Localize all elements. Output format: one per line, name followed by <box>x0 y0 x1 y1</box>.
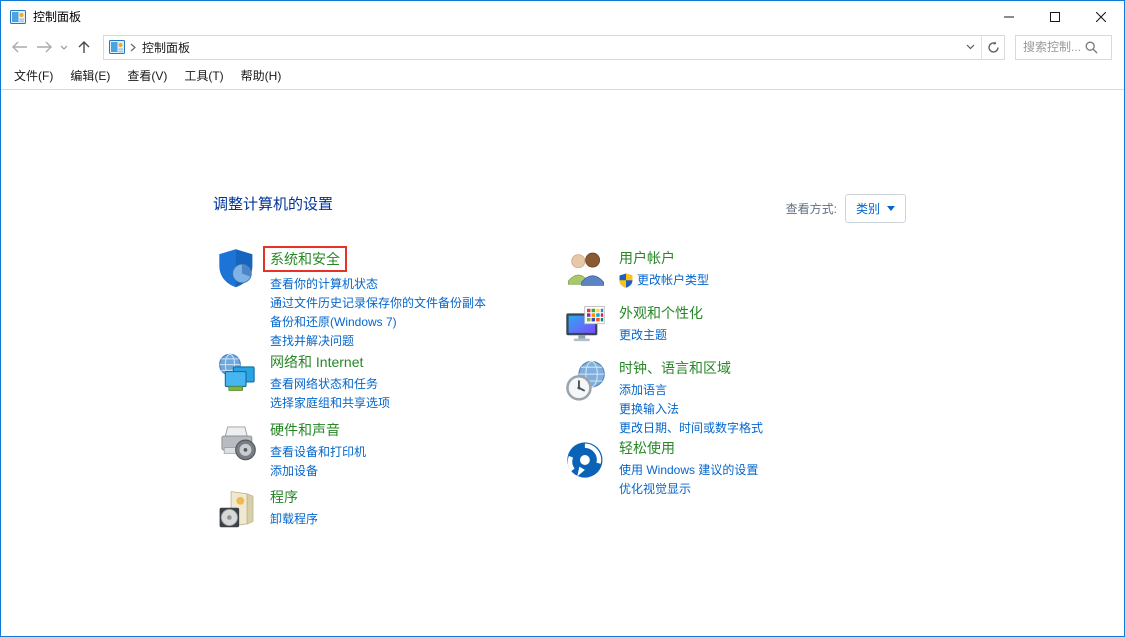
view-by-dropdown[interactable]: 类别 <box>845 194 906 223</box>
link-uninstall-program[interactable]: 卸载程序 <box>270 510 318 529</box>
user-accounts-icon[interactable] <box>564 248 610 294</box>
search-box[interactable] <box>1015 35 1112 60</box>
control-panel-icon <box>10 9 26 25</box>
category-title-user-accounts[interactable]: 用户帐户 <box>619 248 675 268</box>
menu-view[interactable]: 查看(V) <box>126 64 168 87</box>
search-input[interactable] <box>1023 40 1085 54</box>
chevron-down-icon <box>60 45 68 50</box>
category-clock-language-region: 时钟、语言和区域 添加语言 更换输入法 更改日期、时间或数字格式 <box>564 358 763 438</box>
link-add-device[interactable]: 添加设备 <box>270 462 366 481</box>
link-change-account-type[interactable]: 更改帐户类型 <box>619 271 709 290</box>
up-button[interactable] <box>71 34 97 60</box>
menu-file[interactable]: 文件(F) <box>13 64 54 87</box>
view-by-label: 查看方式: <box>786 200 837 217</box>
link-file-history-backup[interactable]: 通过文件历史记录保存你的文件备份副本 <box>270 294 486 313</box>
link-windows-suggested-settings[interactable]: 使用 Windows 建议的设置 <box>619 461 758 480</box>
category-title-appearance-personalization[interactable]: 外观和个性化 <box>619 303 703 323</box>
forward-button[interactable] <box>32 34 57 60</box>
chevron-down-icon <box>966 44 975 50</box>
programs-icon[interactable] <box>215 487 261 533</box>
title-bar[interactable]: 控制面板 <box>1 1 1124 32</box>
category-title-hardware-sound[interactable]: 硬件和声音 <box>270 420 340 440</box>
link-change-theme[interactable]: 更改主题 <box>619 326 703 345</box>
link-backup-restore-win7[interactable]: 备份和还原(Windows 7) <box>270 313 486 332</box>
link-optimize-visual-display[interactable]: 优化视觉显示 <box>619 480 758 499</box>
breadcrumb[interactable]: 控制面板 <box>142 39 190 56</box>
category-ease-of-access: 轻松使用 使用 Windows 建议的设置 优化视觉显示 <box>564 438 758 499</box>
link-change-date-time-formats[interactable]: 更改日期、时间或数字格式 <box>619 419 763 438</box>
link-check-computer-status[interactable]: 查看你的计算机状态 <box>270 275 486 294</box>
breadcrumb-chevron-icon[interactable] <box>130 43 136 52</box>
category-programs: 程序 卸载程序 <box>215 487 318 533</box>
menu-edit[interactable]: 编辑(E) <box>69 64 111 87</box>
search-icon[interactable] <box>1085 41 1098 54</box>
category-appearance-personalization: 外观和个性化 更改主题 <box>564 303 703 349</box>
link-change-input-method[interactable]: 更换输入法 <box>619 400 763 419</box>
address-bar[interactable]: 控制面板 <box>103 35 1005 60</box>
recent-locations-dropdown[interactable] <box>57 34 71 60</box>
highlight-box: 系统和安全 <box>263 246 347 272</box>
hardware-sound-icon[interactable] <box>215 420 261 466</box>
category-title-network-internet[interactable]: 网络和 Internet <box>270 352 363 372</box>
menu-tools[interactable]: 工具(T) <box>183 64 224 87</box>
close-button[interactable] <box>1078 1 1124 32</box>
window-title: 控制面板 <box>33 8 81 25</box>
category-system-security: 系统和安全 查看你的计算机状态 通过文件历史记录保存你的文件备份副本 备份和还原… <box>215 246 486 351</box>
link-troubleshoot[interactable]: 查找并解决问题 <box>270 332 486 351</box>
menu-help[interactable]: 帮助(H) <box>240 64 283 87</box>
clock-language-region-icon[interactable] <box>564 358 610 404</box>
link-network-status-tasks[interactable]: 查看网络状态和任务 <box>270 375 390 394</box>
category-title-system-security[interactable]: 系统和安全 <box>270 246 347 272</box>
uac-shield-icon <box>619 273 633 288</box>
minimize-button[interactable] <box>986 1 1032 32</box>
page-title: 调整计算机的设置 <box>213 193 333 214</box>
ease-of-access-icon[interactable] <box>564 438 610 484</box>
network-internet-icon[interactable] <box>215 352 261 398</box>
back-button[interactable] <box>7 34 32 60</box>
appearance-personalization-icon[interactable] <box>564 303 610 349</box>
window-controls <box>986 1 1124 32</box>
address-dropdown-button[interactable] <box>959 36 981 59</box>
control-panel-icon <box>109 40 125 54</box>
maximize-button[interactable] <box>1032 1 1078 32</box>
link-devices-printers[interactable]: 查看设备和打印机 <box>270 443 366 462</box>
category-user-accounts: 用户帐户 更改帐户类型 <box>564 248 709 294</box>
category-hardware-sound: 硬件和声音 查看设备和打印机 添加设备 <box>215 420 366 481</box>
control-panel-window: 控制面板 <box>0 0 1125 637</box>
view-by-control: 查看方式: 类别 <box>786 194 906 223</box>
navigation-toolbar: 控制面板 <box>1 32 1124 62</box>
category-network-internet: 网络和 Internet 查看网络状态和任务 选择家庭组和共享选项 <box>215 352 390 413</box>
security-shield-icon[interactable] <box>215 246 261 292</box>
view-by-value: 类别 <box>856 200 880 217</box>
forward-arrow-icon <box>36 41 53 53</box>
caret-down-icon <box>887 206 895 211</box>
control-panel-home: 调整计算机的设置 查看方式: 类别 系统和安全 <box>1 90 1124 636</box>
menu-bar: 文件(F) 编辑(E) 查看(V) 工具(T) 帮助(H) <box>1 62 1124 90</box>
category-title-programs[interactable]: 程序 <box>270 487 298 507</box>
link-homegroup-sharing[interactable]: 选择家庭组和共享选项 <box>270 394 390 413</box>
back-arrow-icon <box>11 41 28 53</box>
link-label: 更改帐户类型 <box>637 271 709 290</box>
refresh-icon <box>987 41 1000 54</box>
refresh-button[interactable] <box>982 36 1004 59</box>
link-add-language[interactable]: 添加语言 <box>619 381 763 400</box>
category-title-ease-of-access[interactable]: 轻松使用 <box>619 438 675 458</box>
up-arrow-icon <box>78 40 90 54</box>
category-title-clock-language-region[interactable]: 时钟、语言和区域 <box>619 358 731 378</box>
